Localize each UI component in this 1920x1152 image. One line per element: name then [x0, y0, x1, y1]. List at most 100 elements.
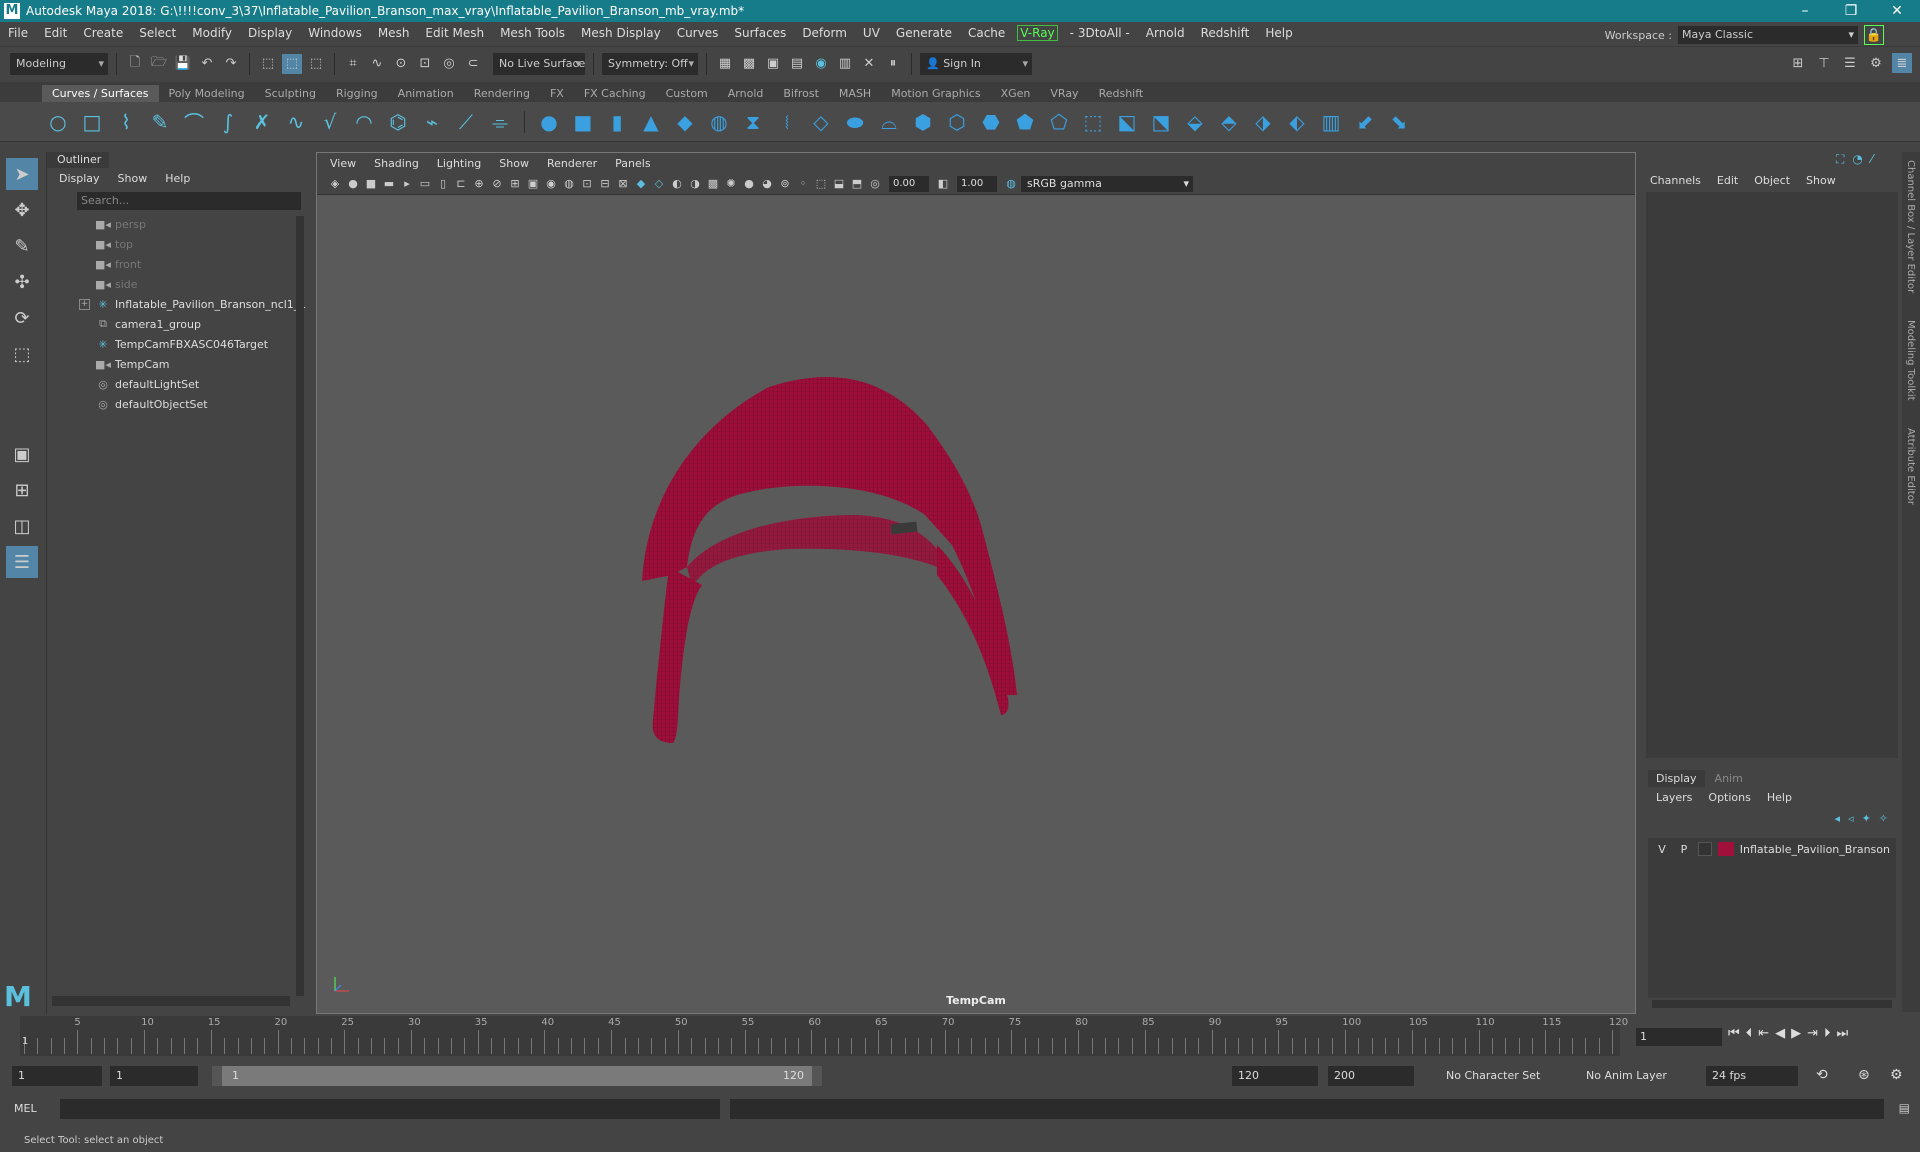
animation-start-field[interactable]: 1 — [12, 1066, 102, 1086]
use-all-lights-icon[interactable]: ⊠ — [615, 176, 631, 192]
two-view-layout-icon[interactable]: ◫ — [6, 510, 38, 542]
view-transform-dropdown[interactable]: sRGB gamma — [1021, 175, 1193, 192]
menu-select[interactable]: Select — [131, 26, 184, 40]
menu-vray[interactable]: V-Ray — [1017, 25, 1058, 41]
curve-intersect-icon[interactable]: ✗ — [248, 108, 276, 136]
attribute-editor-toggle-icon[interactable]: ☰ — [1840, 53, 1860, 73]
shelf-tab-xgen[interactable]: XGen — [991, 85, 1041, 102]
open-scene-icon[interactable]: 🗁 — [149, 54, 169, 74]
viewport-menu-lighting[interactable]: Lighting — [430, 157, 488, 170]
current-frame-field[interactable]: 1 — [1636, 1028, 1722, 1046]
sculpt-tool-icon[interactable]: ▥ — [1317, 108, 1345, 136]
extrude-icon[interactable]: ⬬ — [841, 108, 869, 136]
shelf-tab-curves-surfaces[interactable]: Curves / Surfaces — [42, 85, 159, 102]
project-curve-icon[interactable]: ⬟ — [1011, 108, 1039, 136]
surface-edit-icon[interactable]: ⬋ — [1351, 108, 1379, 136]
wireframe-icon[interactable]: ▣ — [525, 176, 541, 192]
live-surface-field[interactable]: No Live Surface — [493, 52, 585, 75]
detach-surface-icon[interactable]: ⬙ — [1181, 108, 1209, 136]
go-to-end-icon[interactable]: ⏭ — [1837, 1026, 1849, 1041]
channel-box-menu-object[interactable]: Object — [1754, 174, 1790, 187]
shelf-tab-mash[interactable]: MASH — [829, 85, 881, 102]
menu-edit[interactable]: Edit — [36, 26, 75, 40]
channel-box-toggle-icon[interactable]: ≣ — [1892, 53, 1912, 73]
stitch-icon[interactable]: ⬖ — [1283, 108, 1311, 136]
expand-icon[interactable]: + — [79, 298, 90, 310]
intersect-surface-icon[interactable]: ⬠ — [1045, 108, 1073, 136]
lock-icon[interactable]: 🔒 — [1864, 25, 1884, 45]
viewport-panel[interactable]: View Shading Lighting Show Renderer Pane… — [316, 152, 1636, 1014]
rotate-tool-icon[interactable]: ⟳ — [6, 302, 38, 334]
outliner-horizontal-scrollbar[interactable] — [52, 996, 290, 1006]
modeling-toolkit-toggle-icon[interactable]: ⊞ — [1788, 53, 1808, 73]
maximize-button[interactable]: ❐ — [1828, 0, 1874, 22]
move-layer-down-icon[interactable]: ◃ — [1848, 812, 1854, 825]
menu-windows[interactable]: Windows — [300, 26, 370, 40]
play-backward-icon[interactable]: ◀ — [1775, 1026, 1785, 1041]
boundary-icon[interactable]: ⬢ — [909, 108, 937, 136]
camera-attributes-icon[interactable]: ● — [345, 176, 361, 192]
resolution-gate-icon[interactable]: ▯ — [435, 176, 451, 192]
channel-box-sync-icon[interactable]: ◔ — [1852, 152, 1862, 167]
channel-box-menu-edit[interactable]: Edit — [1717, 174, 1738, 187]
menu-mesh-tools[interactable]: Mesh Tools — [492, 26, 573, 40]
pause-render-icon[interactable]: ⏸ — [883, 54, 903, 74]
snap-grid-icon[interactable]: ⌗ — [343, 54, 363, 74]
script-editor-icon[interactable]: ▤ — [1899, 1101, 1910, 1115]
curve-detach-icon[interactable]: √ — [316, 108, 344, 136]
depth-of-field-icon[interactable]: ▩ — [705, 176, 721, 192]
shelf-tab-custom[interactable]: Custom — [656, 85, 718, 102]
extend-curve-icon[interactable]: ⌁ — [418, 108, 446, 136]
menu-set-dropdown[interactable]: Modeling — [10, 52, 108, 75]
offset-curve-icon[interactable]: ⟋ — [452, 108, 480, 136]
default-material-icon[interactable]: ◍ — [561, 176, 577, 192]
symmetry-dropdown[interactable]: Symmetry: Off — [602, 52, 698, 75]
xray-joints-icon[interactable]: ◕ — [759, 176, 775, 192]
xray-components-icon[interactable]: ⊚ — [777, 176, 793, 192]
workspace-dropdown[interactable]: Maya Classic — [1678, 26, 1858, 44]
snap-point-icon[interactable]: ⊙ — [391, 54, 411, 74]
layer-row[interactable]: V P Inflatable_Pavilion_Branson — [1648, 838, 1896, 860]
menu-mesh-display[interactable]: Mesh Display — [573, 26, 669, 40]
field-chart-icon[interactable]: ⊕ — [471, 176, 487, 192]
save-scene-icon[interactable]: 💾 — [173, 54, 193, 74]
revolve-icon[interactable]: ⧗ — [739, 108, 767, 136]
new-scene-icon[interactable]: 🗋 — [125, 54, 145, 74]
new-empty-layer-icon[interactable]: ✦ — [1862, 812, 1871, 825]
layer-menu-layers[interactable]: Layers — [1656, 791, 1692, 804]
bookmark-icon[interactable]: ■ — [363, 176, 379, 192]
stop-render-icon[interactable]: ✕ — [859, 54, 879, 74]
gamma-icon[interactable]: ◧ — [935, 176, 951, 192]
paint-select-tool-icon[interactable]: ✎ — [6, 230, 38, 262]
outliner-search-input[interactable]: Search... — [77, 192, 301, 210]
character-set-dropdown[interactable]: No Character Set — [1440, 1066, 1570, 1086]
menu-curves[interactable]: Curves — [669, 26, 727, 40]
menu-edit-mesh[interactable]: Edit Mesh — [417, 26, 492, 40]
untrim-icon[interactable]: ⬕ — [1113, 108, 1141, 136]
layer-menu-options[interactable]: Options — [1708, 791, 1750, 804]
tab-anim[interactable]: Anim — [1707, 770, 1751, 787]
shelf-tab-arnold[interactable]: Arnold — [718, 85, 774, 102]
shelf-tab-animation[interactable]: Animation — [388, 85, 464, 102]
motion-blur-icon[interactable]: ◐ — [669, 176, 685, 192]
multisample-aa-icon[interactable]: ◑ — [687, 176, 703, 192]
render-frame-icon[interactable]: ▣ — [763, 54, 783, 74]
render-view-icon[interactable]: ▩ — [739, 54, 759, 74]
menu-modify[interactable]: Modify — [184, 26, 240, 40]
select-tool-icon[interactable]: ➤ — [6, 158, 38, 190]
play-forward-icon[interactable]: ▶ — [1791, 1026, 1801, 1041]
shelf-tab-redshift[interactable]: Redshift — [1089, 85, 1154, 102]
viewport-menu-shading[interactable]: Shading — [367, 157, 426, 170]
new-layer-from-selected-icon[interactable]: ✧ — [1879, 812, 1888, 825]
bevel-plus-icon[interactable]: ⬣ — [977, 108, 1005, 136]
command-input[interactable] — [60, 1099, 720, 1119]
insert-knot-icon[interactable]: ⌬ — [384, 108, 412, 136]
nurbs-circle-icon[interactable]: ○ — [44, 108, 72, 136]
layer-visibility-toggle[interactable]: V — [1654, 843, 1670, 856]
move-layer-up-icon[interactable]: ◂ — [1835, 812, 1841, 825]
trim-icon[interactable]: ⬚ — [1079, 108, 1107, 136]
select-hierarchy-icon[interactable]: ⬚ — [258, 54, 278, 74]
planar-icon[interactable]: ◇ — [807, 108, 835, 136]
minimize-button[interactable]: – — [1782, 0, 1828, 22]
screen-space-ao-icon[interactable]: ◇ — [651, 176, 667, 192]
